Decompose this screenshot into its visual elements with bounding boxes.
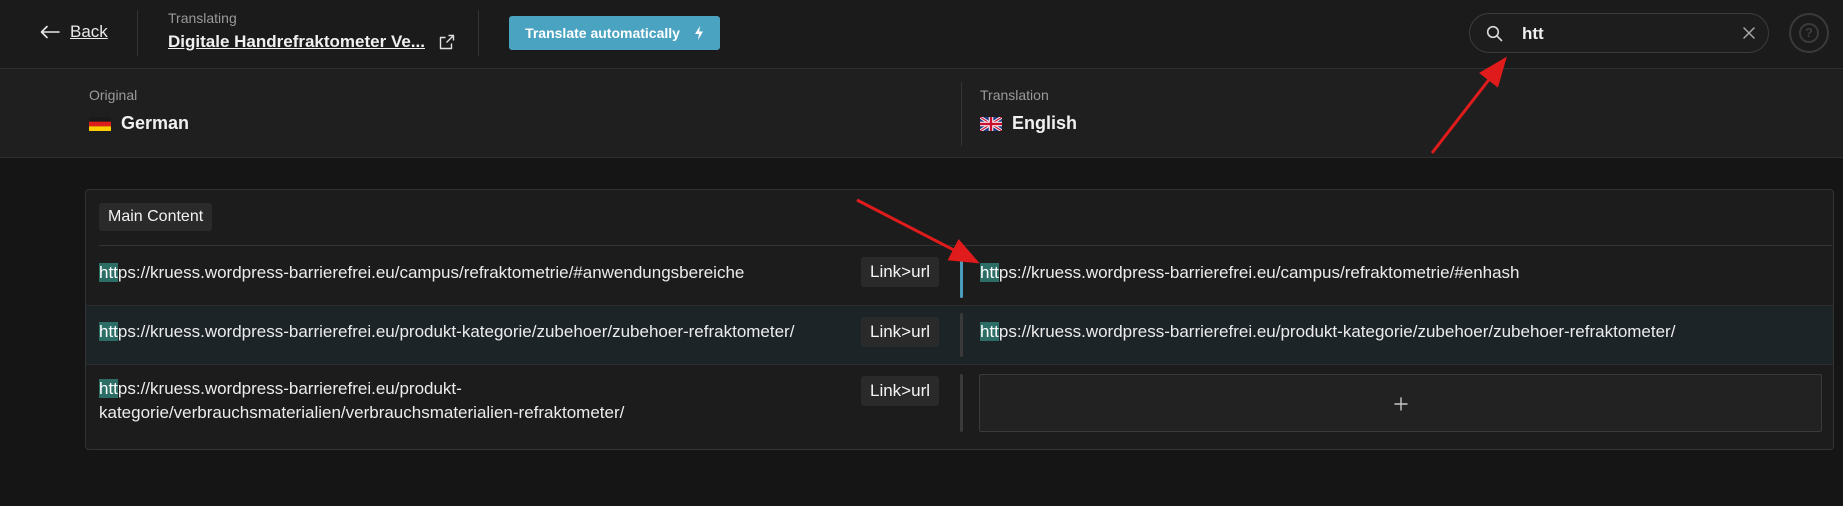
translation-text[interactable]: https://kruess.wordpress-barrierefrei.eu… — [980, 261, 1520, 285]
translation-language: Translation English — [980, 87, 1077, 134]
translate-automatically-button[interactable]: Translate automatically — [509, 16, 720, 50]
section-title: Main Content — [99, 203, 213, 231]
translation-row: https://kruess.wordpress-barrierefrei.eu… — [86, 306, 1833, 364]
help-button[interactable]: ? — [1789, 13, 1829, 53]
divider — [478, 10, 479, 56]
external-link-icon[interactable] — [439, 34, 455, 50]
add-translation-button[interactable] — [979, 374, 1822, 432]
translation-label: Translation — [980, 87, 1049, 103]
field-type-tag: Link>url — [861, 376, 940, 406]
translation-row: https://kruess.wordpress-barrierefrei.eu… — [86, 246, 1833, 305]
help-icon: ? — [1799, 23, 1819, 43]
original-label: Original — [89, 87, 138, 103]
plus-icon — [1394, 397, 1408, 411]
divider — [961, 82, 962, 146]
search-icon — [1486, 25, 1503, 42]
original-language-name: German — [121, 113, 190, 133]
close-icon[interactable] — [1742, 26, 1756, 40]
content-panel: Main Content https://kruess.wordpress-ba… — [85, 189, 1834, 450]
field-type-tag: Link>url — [861, 317, 940, 347]
source-text-rest: ps://kruess.wordpress-barrierefrei.eu/ca… — [117, 263, 745, 282]
field-type-tag: Link>url — [861, 257, 940, 287]
language-bar: Original German Translation English — [0, 69, 1843, 158]
translating-label: Translating — [168, 10, 237, 26]
back-label: Back — [70, 22, 108, 41]
original-language: Original German — [89, 87, 189, 134]
translation-language-name: English — [1012, 113, 1078, 133]
row-status-bar — [960, 313, 963, 357]
search-field[interactable]: htt — [1469, 13, 1769, 53]
translation-text-rest: ps://kruess.wordpress-barrierefrei.eu/ca… — [998, 263, 1520, 282]
translation-text-rest: ps://kruess.wordpress-barrierefrei.eu/pr… — [998, 322, 1676, 341]
translation-row: https://kruess.wordpress-barrierefrei.eu… — [86, 365, 1833, 449]
source-text: https://kruess.wordpress-barrierefrei.eu… — [99, 320, 929, 344]
search-match-highlight: htt — [980, 322, 999, 341]
source-text-rest: kategorie/verbrauchsmaterialien/verbrauc… — [99, 403, 625, 422]
search-match-highlight: htt — [980, 263, 999, 282]
translation-text[interactable]: https://kruess.wordpress-barrierefrei.eu… — [980, 320, 1675, 344]
uk-flag-icon — [980, 116, 1002, 131]
translate-automatically-label: Translate automatically — [525, 25, 680, 41]
lightning-icon — [694, 26, 703, 40]
search-match-highlight: htt — [99, 322, 118, 341]
document-title-link[interactable]: Digitale Handrefraktometer Ve... — [168, 32, 425, 52]
source-text: https://kruess.wordpress-barrierefrei.eu… — [99, 377, 929, 425]
search-input[interactable]: htt — [1522, 24, 1544, 44]
translating-info: Translating Digitale Handrefraktometer V… — [168, 10, 455, 52]
germany-flag-icon — [89, 116, 111, 131]
search-match-highlight: htt — [99, 379, 118, 398]
back-link[interactable]: Back — [40, 22, 108, 42]
source-text-rest: ps://kruess.wordpress-barrierefrei.eu/pr… — [117, 379, 462, 398]
arrow-left-icon — [40, 25, 60, 39]
divider — [137, 10, 138, 56]
row-status-bar — [960, 253, 963, 298]
row-status-bar — [960, 374, 963, 432]
search-match-highlight: htt — [99, 263, 118, 282]
top-bar: Back Translating Digitale Handrefraktome… — [0, 0, 1843, 69]
source-text: https://kruess.wordpress-barrierefrei.eu… — [99, 261, 929, 285]
source-text-rest: ps://kruess.wordpress-barrierefrei.eu/pr… — [117, 322, 795, 341]
